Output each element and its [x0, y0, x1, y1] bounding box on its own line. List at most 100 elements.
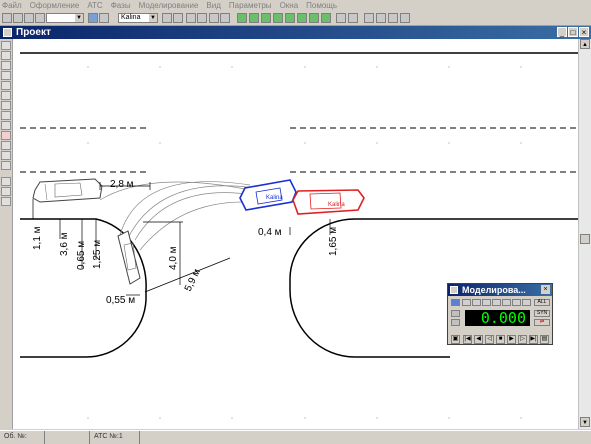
- zoom-area-icon[interactable]: [1, 71, 11, 80]
- tool-c-icon[interactable]: [1, 197, 11, 206]
- trajectory-4: [139, 201, 263, 251]
- step5-button[interactable]: [492, 299, 501, 306]
- drawing-canvas[interactable]: Kalina Kalina 2,8 м 1,1 м 3,6 м 0,65 м 1…: [13, 39, 578, 429]
- open-folder-icon[interactable]: [2, 13, 12, 23]
- window-icon: [3, 28, 12, 37]
- print-icon[interactable]: [35, 13, 45, 23]
- sync-button[interactable]: SYN: [534, 310, 550, 317]
- green-tool4-icon[interactable]: [273, 13, 283, 23]
- menu-help[interactable]: Помощь: [302, 0, 341, 12]
- measure-icon[interactable]: [1, 121, 11, 130]
- mode-a-button[interactable]: [451, 310, 460, 317]
- mode-b-button[interactable]: [451, 319, 460, 326]
- close-icon[interactable]: ×: [541, 285, 550, 294]
- bmp-icon[interactable]: [1, 131, 11, 140]
- link-icon[interactable]: [400, 13, 410, 23]
- scroll-up-icon[interactable]: ▲: [580, 39, 590, 49]
- rotate-icon[interactable]: [1, 101, 11, 110]
- pencil-icon[interactable]: [364, 13, 374, 23]
- menu-windows[interactable]: Окна: [276, 0, 303, 12]
- tool1-icon[interactable]: [186, 13, 196, 23]
- zoom-fit-icon[interactable]: [1, 61, 11, 70]
- zoom-out-icon[interactable]: [1, 51, 11, 60]
- tool-b-icon[interactable]: [1, 187, 11, 196]
- scroll-thumb[interactable]: [580, 234, 590, 244]
- table-icon[interactable]: [348, 13, 358, 23]
- save-as-icon[interactable]: [24, 13, 34, 23]
- green-tool6-icon[interactable]: [297, 13, 307, 23]
- settings-icon[interactable]: [388, 13, 398, 23]
- step2-button[interactable]: [462, 299, 471, 306]
- bmp2-icon[interactable]: [1, 141, 11, 150]
- green-tool2-icon[interactable]: [249, 13, 259, 23]
- layers2-icon[interactable]: [1, 161, 11, 170]
- rewind-icon[interactable]: ◁: [485, 335, 494, 344]
- skip-end-icon[interactable]: ▶|: [529, 335, 538, 344]
- skip-start-icon[interactable]: |◀: [463, 335, 472, 344]
- menu-file[interactable]: Файл: [0, 0, 26, 12]
- car-outline-icon[interactable]: [99, 13, 109, 23]
- tool2-icon[interactable]: [197, 13, 207, 23]
- tool-a-icon[interactable]: [1, 177, 11, 186]
- menu-bar: Файл Оформление АТС Фазы Моделирование В…: [0, 0, 591, 12]
- step-back-icon[interactable]: ◀: [474, 335, 483, 344]
- direction-icon[interactable]: ⇄: [534, 319, 550, 326]
- zoom-in-icon[interactable]: [1, 41, 11, 50]
- options-icon[interactable]: ▤: [540, 335, 549, 344]
- circle-icon[interactable]: [209, 13, 219, 23]
- car-icon[interactable]: [88, 13, 98, 23]
- dim-1-1: 1,1 м: [32, 226, 43, 250]
- all-button[interactable]: ALL: [534, 299, 550, 306]
- step6-button[interactable]: [502, 299, 511, 306]
- step4-button[interactable]: [482, 299, 491, 306]
- green-tool3-icon[interactable]: [261, 13, 271, 23]
- layers-icon[interactable]: [376, 13, 386, 23]
- car-red[interactable]: Kalina: [292, 189, 365, 215]
- chevron-down-icon: ▼: [75, 14, 83, 22]
- pan-icon[interactable]: [1, 81, 11, 90]
- dim-0-4: 0,4 м: [258, 227, 282, 238]
- trajectory-3: [119, 181, 251, 236]
- green-tool7-icon[interactable]: [309, 13, 319, 23]
- record-icon[interactable]: ▣: [451, 335, 460, 344]
- green-tool5-icon[interactable]: [285, 13, 295, 23]
- maximize-icon[interactable]: □: [568, 27, 578, 37]
- modeling-panel: Моделирова... × ALL 0.000 SYN ⇄ ▣ |◀ ◀ ◁…: [447, 283, 553, 345]
- play-icon[interactable]: ▶: [507, 335, 516, 344]
- minimize-icon[interactable]: _: [557, 27, 567, 37]
- left-toolbar: [0, 39, 13, 429]
- list-icon[interactable]: [336, 13, 346, 23]
- status-vehicle: АТС №:1: [90, 431, 140, 444]
- bus-icon[interactable]: [173, 13, 183, 23]
- car-grey-1[interactable]: [32, 178, 103, 203]
- step1-button[interactable]: [451, 299, 460, 306]
- close-icon[interactable]: ×: [579, 27, 589, 37]
- truck-icon[interactable]: [162, 13, 172, 23]
- menu-design[interactable]: Оформление: [26, 0, 84, 12]
- step7-button[interactable]: [512, 299, 521, 306]
- circle2-icon[interactable]: [220, 13, 230, 23]
- step8-button[interactable]: [522, 299, 531, 306]
- grid-icon[interactable]: [1, 151, 11, 160]
- green-tool8-icon[interactable]: [321, 13, 331, 23]
- menu-ats[interactable]: АТС: [83, 0, 106, 12]
- green-tool1-icon[interactable]: [237, 13, 247, 23]
- menu-phases[interactable]: Фазы: [107, 0, 135, 12]
- menu-modeling[interactable]: Моделирование: [135, 0, 203, 12]
- color-select[interactable]: ▼: [46, 13, 84, 23]
- car-grey-2[interactable]: [117, 230, 141, 285]
- vehicle-select-value: Kalina: [121, 14, 141, 21]
- vehicle-select[interactable]: Kalina ▼: [118, 13, 158, 23]
- scroll-down-icon[interactable]: ▼: [580, 417, 590, 427]
- step3-button[interactable]: [472, 299, 481, 306]
- delete-icon[interactable]: [1, 111, 11, 120]
- main-toolbar: ▼ Kalina ▼: [0, 12, 591, 26]
- menu-params[interactable]: Параметры: [225, 0, 276, 12]
- menu-view[interactable]: Вид: [202, 0, 224, 12]
- vertical-scrollbar[interactable]: ▲ ▼: [578, 39, 591, 429]
- save-icon[interactable]: [13, 13, 23, 23]
- stop-icon[interactable]: ■: [496, 335, 505, 344]
- step-forward-icon[interactable]: ▷: [518, 335, 527, 344]
- trajectory-2: [127, 185, 256, 239]
- select-icon[interactable]: [1, 91, 11, 100]
